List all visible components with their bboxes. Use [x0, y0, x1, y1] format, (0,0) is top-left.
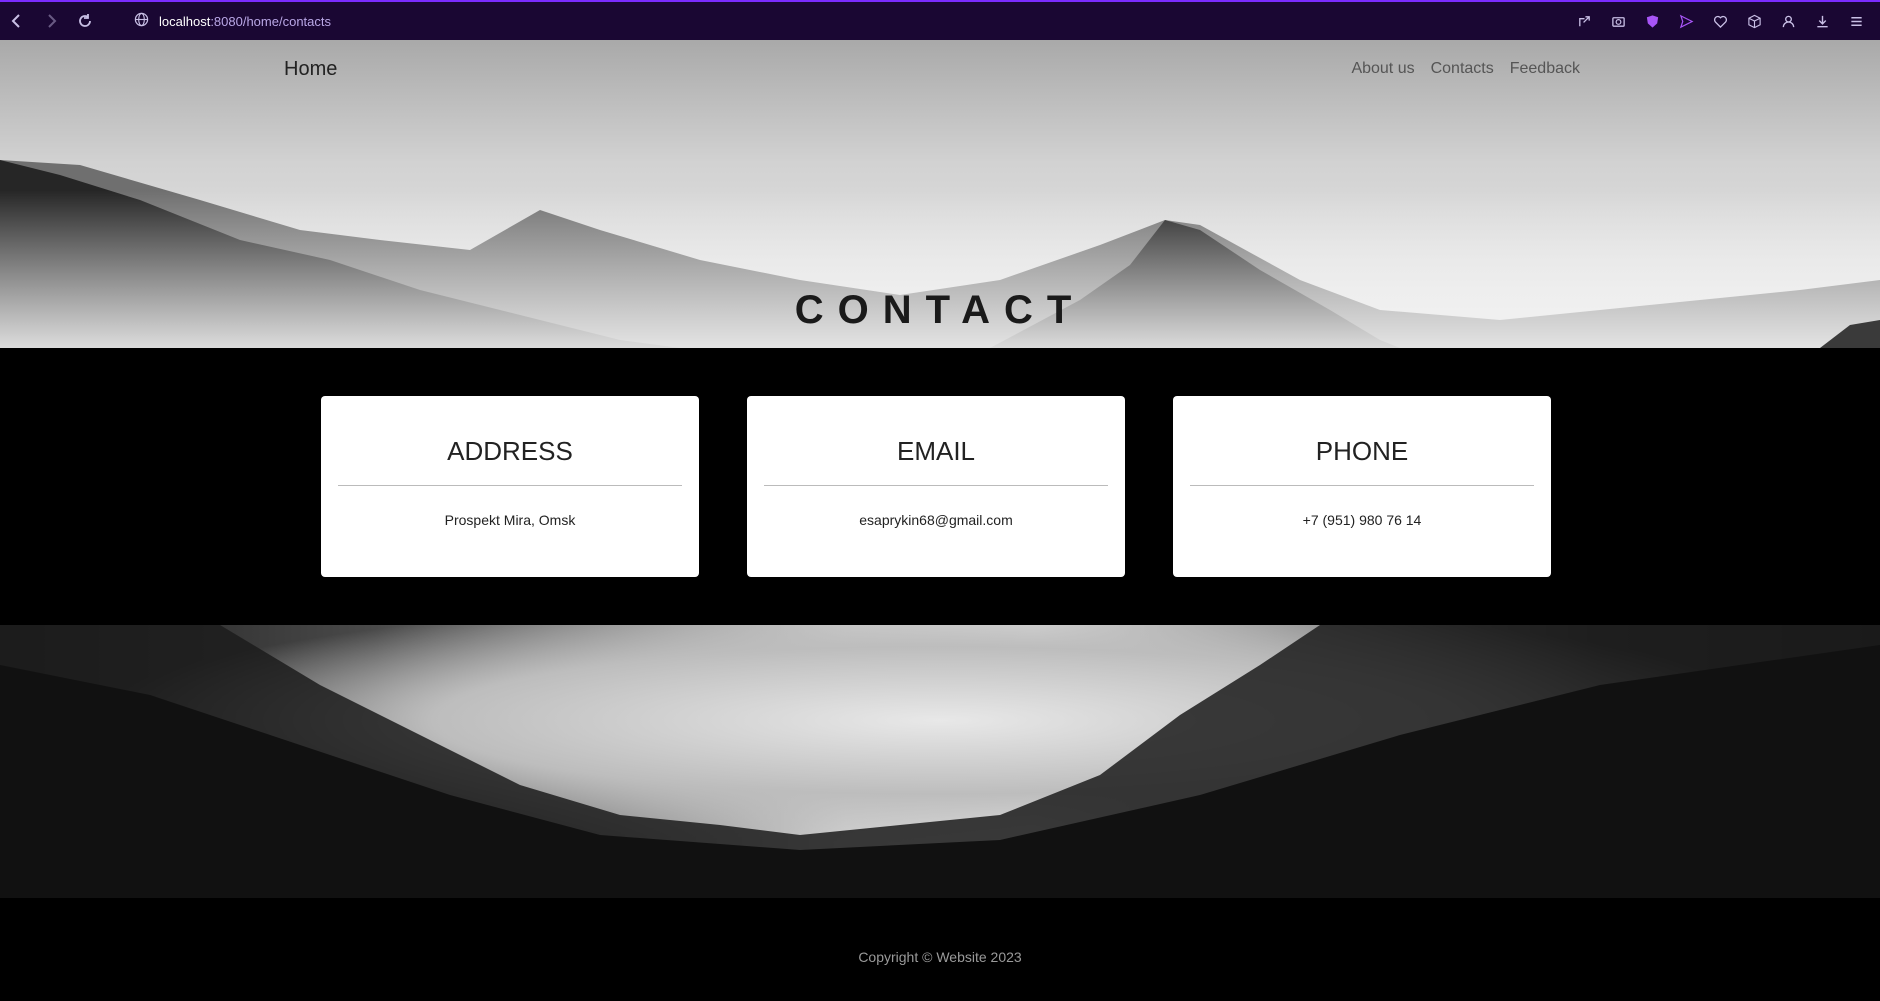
- url-path: :8080/home/contacts: [210, 13, 332, 29]
- send-icon[interactable]: [1672, 7, 1700, 35]
- profile-icon[interactable]: [1774, 7, 1802, 35]
- email-card: EMAIL esaprykin68@gmail.com: [747, 396, 1125, 577]
- nav-menu: About us Contacts Feedback: [1351, 60, 1580, 78]
- top-navbar: Home About us Contacts Feedback: [0, 40, 1880, 100]
- address-card: ADDRESS Prospekt Mira, Omsk: [321, 396, 699, 577]
- camera-icon[interactable]: [1604, 7, 1632, 35]
- page: localhost:8080/home/contacts Home About …: [0, 0, 1880, 1001]
- browser-actions: [1570, 7, 1880, 35]
- address-bar[interactable]: localhost:8080/home/contacts: [134, 12, 331, 30]
- shield-icon[interactable]: [1638, 7, 1666, 35]
- divider: [764, 485, 1108, 486]
- download-icon[interactable]: [1808, 7, 1836, 35]
- brand-home-link[interactable]: Home: [284, 58, 337, 81]
- nav-link-about-us[interactable]: About us: [1351, 60, 1414, 78]
- share-icon[interactable]: [1570, 7, 1598, 35]
- nav-link-feedback[interactable]: Feedback: [1510, 60, 1580, 78]
- card-value: Prospekt Mira, Omsk: [444, 512, 576, 528]
- globe-icon: [134, 12, 149, 30]
- reload-icon[interactable]: [68, 4, 102, 38]
- page-title: CONTACT: [794, 288, 1086, 332]
- divider: [1190, 485, 1534, 486]
- back-icon[interactable]: [0, 4, 34, 38]
- url-host: localhost: [159, 13, 211, 29]
- footer: Copyright © Website 2023: [0, 898, 1880, 1001]
- divider: [338, 485, 682, 486]
- cube-icon[interactable]: [1740, 7, 1768, 35]
- phone-card: PHONE +7 (951) 980 76 14: [1173, 396, 1551, 577]
- card-title: ADDRESS: [447, 436, 573, 466]
- forest-background: [0, 625, 1880, 898]
- card-value: esaprykin68@gmail.com: [859, 512, 1013, 528]
- contact-section: ADDRESS Prospekt Mira, Omsk EMAIL esapry…: [0, 348, 1880, 625]
- forest-image: [0, 625, 1880, 898]
- heart-icon[interactable]: [1706, 7, 1734, 35]
- browser-toolbar: localhost:8080/home/contacts: [0, 0, 1880, 40]
- card-title: PHONE: [1315, 436, 1409, 466]
- menu-icon[interactable]: [1842, 7, 1870, 35]
- card-title: EMAIL: [896, 436, 976, 466]
- copyright-text: Copyright © Website 2023: [858, 949, 1022, 965]
- forward-icon[interactable]: [34, 4, 68, 38]
- hero-section: Home About us Contacts Feedback CONTACT: [0, 40, 1880, 348]
- nav-link-contacts[interactable]: Contacts: [1431, 60, 1494, 78]
- card-value: +7 (951) 980 76 14: [1302, 512, 1422, 528]
